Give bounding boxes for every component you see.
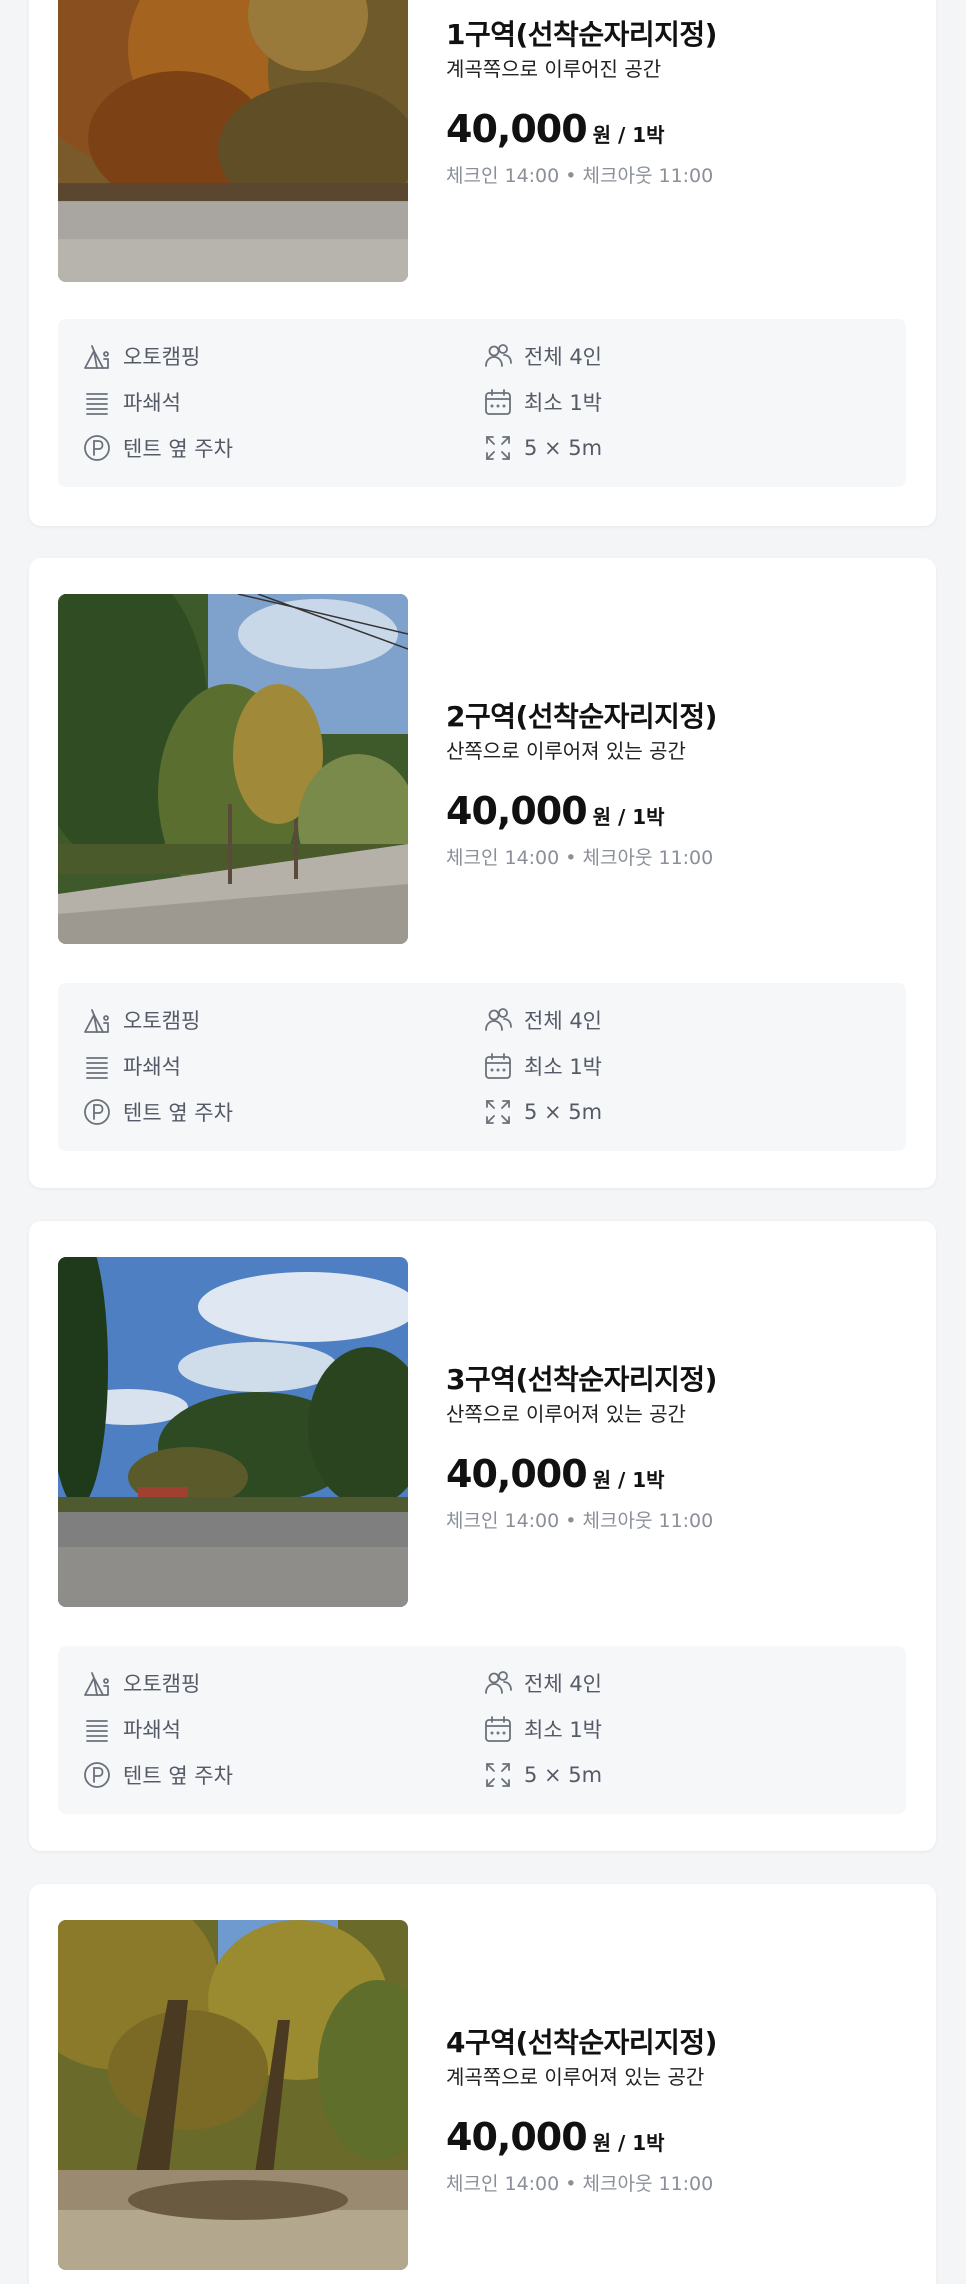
site-name: 4구역(선착순자리지정) <box>446 2026 717 2059</box>
campsite-card-4[interactable]: 4구역(선착순자리지정) 계곡쪽으로 이루어져 있는 공간 40,000 원 /… <box>29 1884 936 2284</box>
gravel-lines-icon <box>82 387 112 417</box>
autumn-forest-gravel-photo <box>58 0 408 282</box>
site-price: 40,000 <box>446 107 588 151</box>
amenity-size: 5 × 5m <box>483 432 602 464</box>
price-unit: 원 / 1박 <box>592 805 665 829</box>
amenity-panel: 오토캠핑 전체 4인 파쇄석 최소 1박 텐트 옆 주차 5 × 5m <box>58 983 906 1151</box>
amenity-capacity: 전체 4인 <box>483 1667 602 1699</box>
site-name: 1구역(선착순자리지정) <box>446 18 717 51</box>
calendar-icon <box>483 1714 513 1744</box>
campsite-photo-3[interactable] <box>58 1257 408 1607</box>
people-icon <box>483 1005 513 1035</box>
parking-icon <box>82 1760 112 1790</box>
gravel-lines-icon <box>82 1051 112 1081</box>
site-price: 40,000 <box>446 789 588 833</box>
site-description: 산쪽으로 이루어져 있는 공간 <box>446 739 686 763</box>
amenity-floor: 파쇄석 <box>82 386 181 418</box>
amenity-floor: 파쇄석 <box>82 1713 181 1745</box>
amenity-min-stay: 최소 1박 <box>483 1050 602 1082</box>
calendar-icon <box>483 1051 513 1081</box>
calendar-icon <box>483 387 513 417</box>
people-icon <box>483 1668 513 1698</box>
amenity-capacity: 전체 4인 <box>483 1004 602 1036</box>
amenity-camp-type: 오토캠핑 <box>82 1004 200 1036</box>
price-unit: 원 / 1박 <box>592 123 665 147</box>
sky-pine-gravel-photo <box>58 1257 408 1607</box>
site-price: 40,000 <box>446 1452 588 1496</box>
expand-icon <box>483 433 513 463</box>
site-name: 2구역(선착순자리지정) <box>446 700 717 733</box>
amenity-panel: 오토캠핑 전체 4인 파쇄석 최소 1박 텐트 옆 주차 5 × 5m <box>58 319 906 487</box>
checkin-checkout-time: 체크인 14:00 • 체크아웃 11:00 <box>446 847 714 869</box>
campsite-card-3[interactable]: 3구역(선착순자리지정) 산쪽으로 이루어져 있는 공간 40,000 원 / … <box>29 1221 936 1851</box>
checkin-checkout-time: 체크인 14:00 • 체크아웃 11:00 <box>446 1510 714 1532</box>
expand-icon <box>483 1097 513 1127</box>
campsite-card-2[interactable]: 2구역(선착순자리지정) 산쪽으로 이루어져 있는 공간 40,000 원 / … <box>29 558 936 1188</box>
amenity-min-stay: 최소 1박 <box>483 1713 602 1745</box>
amenity-min-stay: 최소 1박 <box>483 386 602 418</box>
parking-icon <box>82 1097 112 1127</box>
amenity-camp-type: 오토캠핑 <box>82 1667 200 1699</box>
campsite-list: 1구역(선착순자리지정) 계곡쪽으로 이루어진 공간 40,000 원 / 1박… <box>0 0 966 2284</box>
checkin-checkout-time: 체크인 14:00 • 체크아웃 11:00 <box>446 2173 714 2195</box>
parking-icon <box>82 433 112 463</box>
amenity-floor: 파쇄석 <box>82 1050 181 1082</box>
people-icon <box>483 341 513 371</box>
site-description: 산쪽으로 이루어져 있는 공간 <box>446 1402 686 1426</box>
tent-icon <box>82 341 112 371</box>
amenity-size: 5 × 5m <box>483 1759 602 1791</box>
checkin-checkout-time: 체크인 14:00 • 체크아웃 11:00 <box>446 165 714 187</box>
site-price: 40,000 <box>446 2115 588 2159</box>
tent-icon <box>82 1668 112 1698</box>
site-description: 계곡쪽으로 이루어져 있는 공간 <box>446 2065 705 2089</box>
tent-icon <box>82 1005 112 1035</box>
amenity-parking: 텐트 옆 주차 <box>82 1759 233 1791</box>
site-name: 3구역(선착순자리지정) <box>446 1363 717 1396</box>
gravel-lines-icon <box>82 1714 112 1744</box>
campsite-photo-1[interactable] <box>58 0 408 282</box>
campsite-photo-4[interactable] <box>58 1920 408 2270</box>
amenity-panel: 오토캠핑 전체 4인 파쇄석 최소 1박 텐트 옆 주차 5 × 5m <box>58 1646 906 1814</box>
amenity-size: 5 × 5m <box>483 1096 602 1128</box>
amenity-parking: 텐트 옆 주차 <box>82 432 233 464</box>
amenity-capacity: 전체 4인 <box>483 340 602 372</box>
amenity-camp-type: 오토캠핑 <box>82 340 200 372</box>
site-description: 계곡쪽으로 이루어진 공간 <box>446 57 662 81</box>
campsite-photo-2[interactable] <box>58 594 408 944</box>
expand-icon <box>483 1760 513 1790</box>
price-unit: 원 / 1박 <box>592 2131 665 2155</box>
mountain-forest-path-photo <box>58 594 408 944</box>
amenity-parking: 텐트 옆 주차 <box>82 1096 233 1128</box>
leafy-trees-photo <box>58 1920 408 2270</box>
price-unit: 원 / 1박 <box>592 1468 665 1492</box>
campsite-card-1[interactable]: 1구역(선착순자리지정) 계곡쪽으로 이루어진 공간 40,000 원 / 1박… <box>29 0 936 526</box>
